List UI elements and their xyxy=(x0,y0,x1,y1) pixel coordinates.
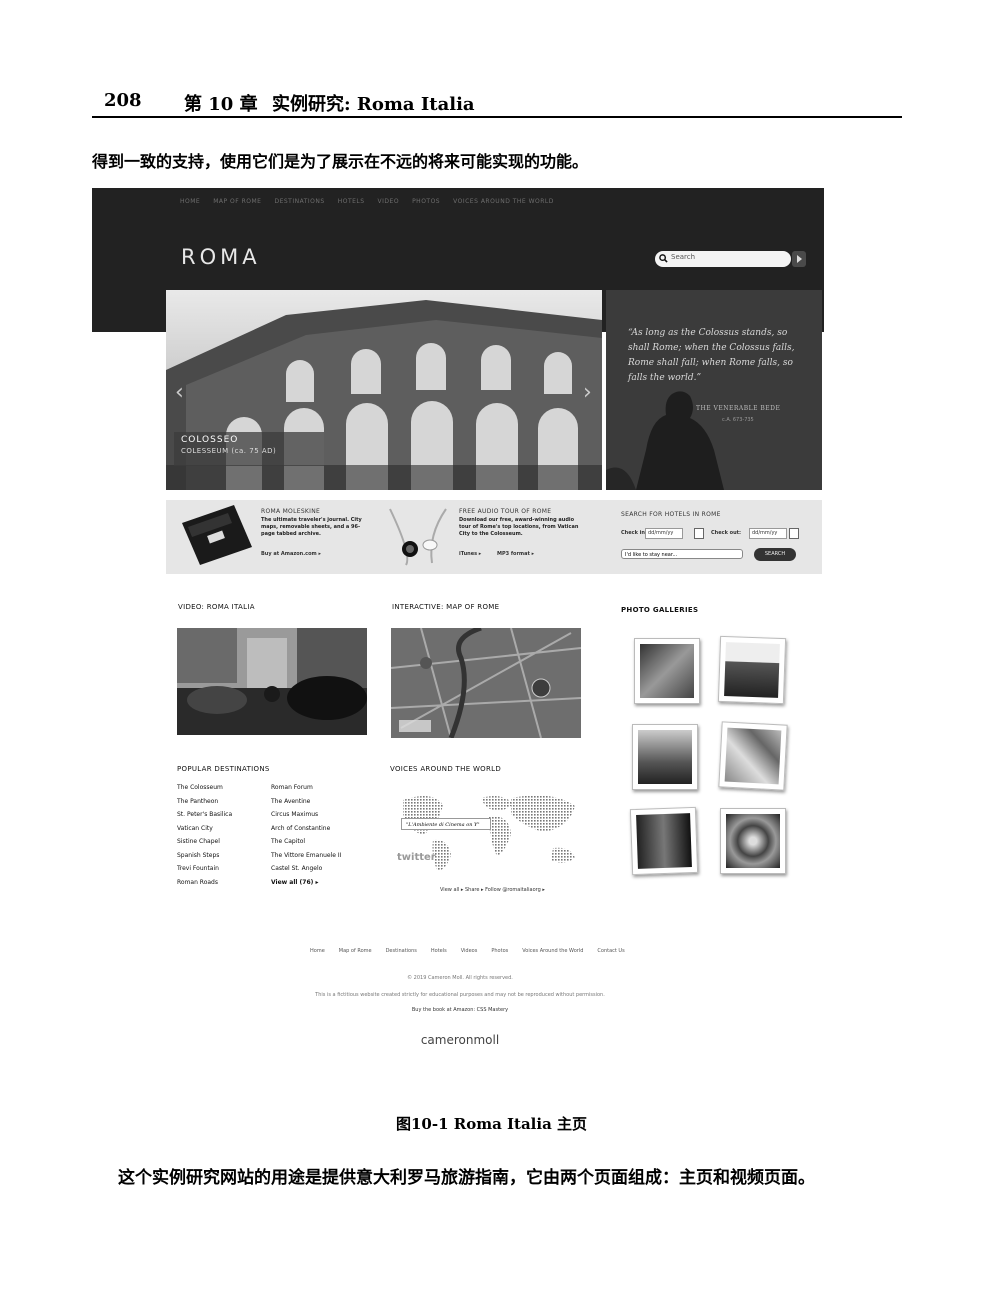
footer-copyright: © 2019 Cameron Moll. All rights reserved… xyxy=(407,975,513,981)
destination-link[interactable]: Trevi Fountain xyxy=(177,862,267,876)
gallery-thumb[interactable] xyxy=(632,724,698,790)
destination-link[interactable]: The Vittore Emanuele II xyxy=(271,849,371,863)
map-section-title: INTERACTIVE: MAP OF ROME xyxy=(392,603,500,611)
nav-item-video[interactable]: VIDEO xyxy=(378,198,400,214)
audio-tour-text: Download our free, award-winning audio t… xyxy=(459,517,579,537)
destination-link[interactable]: Circus Maximus xyxy=(271,808,371,822)
nav-item-map[interactable]: MAP OF ROME xyxy=(213,198,261,214)
footer-link[interactable]: Destinations xyxy=(386,948,417,954)
gallery-thumb[interactable] xyxy=(717,635,787,705)
itunes-link[interactable]: iTunes ▸ xyxy=(459,551,481,557)
twitter-logo[interactable]: twitter xyxy=(397,852,436,863)
destination-link[interactable]: The Aventine xyxy=(271,795,371,809)
footer-book-link[interactable]: Buy the book at Amazon: CSS Mastery xyxy=(92,1007,828,1013)
photos-section-title: PHOTO GALLERIES xyxy=(621,606,699,614)
destination-link[interactable]: Roman Forum xyxy=(271,781,371,795)
moleskine-buy-link[interactable]: Buy at Amazon.com ▸ xyxy=(261,551,321,557)
hero-title: COLOSSEO xyxy=(181,435,239,445)
footer-link[interactable]: Map of Rome xyxy=(339,948,372,954)
intro-text: 得到一致的支持，使用它们是为了展示在不远的将来可能实现的功能。 xyxy=(92,152,589,171)
statue-image xyxy=(606,391,724,490)
moleskine-title: ROMA MOLESKINE xyxy=(261,508,321,515)
hero-prev-arrow[interactable]: ‹ xyxy=(175,380,184,405)
search-icon xyxy=(659,254,668,263)
checkin-label: Check in: xyxy=(621,530,647,536)
voices-links[interactable]: View all ▸ Share ▸ Follow @romaitaliaorg… xyxy=(440,887,545,893)
footer-link[interactable]: Contact Us xyxy=(597,948,624,954)
search-submit-button[interactable] xyxy=(792,251,806,267)
nav-item-voices[interactable]: VOICES AROUND THE WORLD xyxy=(453,198,554,214)
moleskine-text: The ultimate traveler's journal. City ma… xyxy=(261,517,362,537)
nav-item-photos[interactable]: PHOTOS xyxy=(412,198,440,214)
gallery-thumb[interactable] xyxy=(720,808,786,874)
moleskine-notebook-image[interactable] xyxy=(178,503,256,567)
footer-logo[interactable]: cameronmoll xyxy=(92,1033,828,1047)
destination-link[interactable]: The Capitol xyxy=(271,835,371,849)
audio-tour-title: FREE AUDIO TOUR OF ROME xyxy=(459,508,552,515)
footer-link[interactable]: Voices Around the World xyxy=(522,948,583,954)
hotel-search-button[interactable]: SEARCH xyxy=(754,548,796,561)
footer-link[interactable]: Home xyxy=(310,948,325,954)
footer-link[interactable]: Photos xyxy=(491,948,508,954)
checkout-field[interactable]: dd/mm/yy xyxy=(749,528,787,539)
quote-date: c.A. 673-735 xyxy=(722,417,754,423)
hotel-search-title: SEARCH FOR HOTELS IN ROME xyxy=(621,511,721,518)
destination-link[interactable]: Castel St. Angelo xyxy=(271,862,371,876)
destination-link[interactable]: The Colosseum xyxy=(177,781,267,795)
voices-section-title: VOICES AROUND THE WORLD xyxy=(390,765,502,773)
hero-subtitle: COLESSEUM (ca. 75 AD) xyxy=(181,447,277,455)
nav-item-hotels[interactable]: HOTELS xyxy=(338,198,365,214)
destination-link[interactable]: Vatican City xyxy=(177,822,267,836)
footer-link[interactable]: Videos xyxy=(461,948,478,954)
gallery-thumb[interactable] xyxy=(629,806,699,876)
map-thumbnail[interactable] xyxy=(391,628,581,738)
earbuds-image[interactable] xyxy=(382,505,452,567)
destination-link[interactable]: Arch of Constantine xyxy=(271,822,371,836)
body-paragraph: 这个实例研究网站的用途是提供意大利罗马旅游指南，它由两个页面组成：主页和视频页面… xyxy=(118,1168,815,1188)
video-thumbnail[interactable] xyxy=(177,628,367,735)
footer-link[interactable]: Hotels xyxy=(431,948,447,954)
checkin-field[interactable]: dd/mm/yy xyxy=(645,528,683,539)
search-placeholder: Search xyxy=(671,253,696,261)
view-all-destinations-link[interactable]: View all (76) ▸ xyxy=(271,876,371,890)
destination-link[interactable]: Roman Roads xyxy=(177,876,267,890)
site-nav: HOME MAP OF ROME DESTINATIONS HOTELS VID… xyxy=(180,198,554,214)
nav-item-home[interactable]: HOME xyxy=(180,198,200,214)
calendar-icon[interactable] xyxy=(789,528,799,539)
gallery-thumb[interactable] xyxy=(718,721,788,791)
footer-disclaimer: This is a fictitious website created str… xyxy=(315,992,605,998)
stay-near-select[interactable]: I'd like to stay near... xyxy=(621,549,743,559)
calendar-icon[interactable] xyxy=(694,528,704,539)
site-logo[interactable]: ROMA xyxy=(181,245,261,269)
hero-next-arrow[interactable]: › xyxy=(583,380,592,405)
popular-destinations-title: POPULAR DESTINATIONS xyxy=(177,765,270,773)
video-section-title: VIDEO: ROMA ITALIA xyxy=(178,603,255,611)
chapter-title: 实例研究: Roma Italia xyxy=(272,94,475,115)
quote-text: “As long as the Colossus stands, so shal… xyxy=(628,328,795,383)
footer-nav: Home Map of Rome Destinations Hotels Vid… xyxy=(310,948,625,954)
checkout-label: Check out: xyxy=(711,530,742,536)
destination-link[interactable]: Spanish Steps xyxy=(177,849,267,863)
mp3-link[interactable]: MP3 format ▸ xyxy=(497,551,534,557)
header-rule xyxy=(92,116,902,118)
destinations-col-2: Roman Forum The Aventine Circus Maximus … xyxy=(271,781,371,889)
page-number: 208 xyxy=(104,90,142,111)
destination-link[interactable]: St. Peter's Basilica xyxy=(177,808,267,822)
figure-caption: 图10-1 Roma Italia 主页 xyxy=(395,1115,588,1133)
voices-tooltip: "L'Ambiente di Cinema on Y" xyxy=(401,818,491,830)
gallery-thumb[interactable] xyxy=(634,638,700,704)
destination-link[interactable]: The Pantheon xyxy=(177,795,267,809)
destination-link[interactable]: Sistine Chapel xyxy=(177,835,267,849)
quote-author: THE VENERABLE BEDE xyxy=(696,405,781,412)
nav-item-destinations[interactable]: DESTINATIONS xyxy=(274,198,324,214)
quote-panel xyxy=(606,290,822,490)
destinations-col-1: The Colosseum The Pantheon St. Peter's B… xyxy=(177,781,267,889)
chapter-label: 第 10 章 xyxy=(184,94,258,115)
